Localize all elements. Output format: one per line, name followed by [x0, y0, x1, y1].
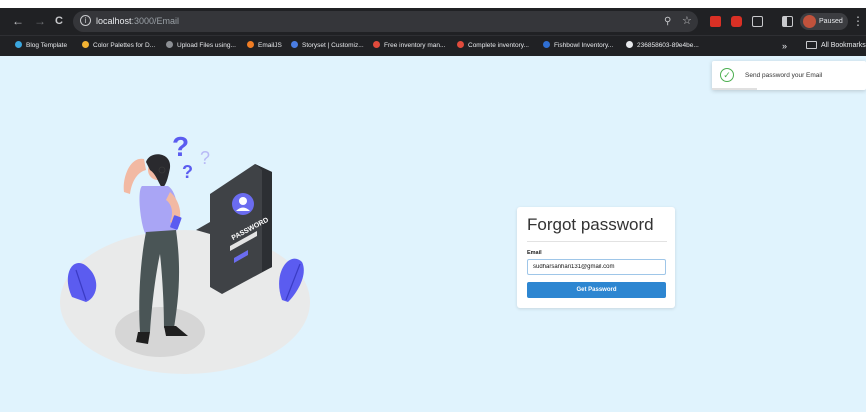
bookmark-236858603[interactable]: 236858603-89e4be... — [626, 36, 699, 56]
forgot-password-illustration: PASSWORD ? ? ? — [60, 131, 310, 374]
bookmark-label: Free inventory man... — [384, 42, 446, 49]
check-circle-icon: ✓ — [720, 68, 734, 82]
figure-shadow — [115, 307, 205, 357]
bookmark-favicon-icon — [15, 41, 22, 49]
chrome-menu-icon[interactable]: ⋮ — [852, 8, 864, 35]
avatar — [803, 15, 816, 28]
side-panel-icon[interactable] — [782, 16, 793, 27]
bookmark-storyset[interactable]: Storyset | Customiz... — [291, 36, 364, 56]
toast-message: Send password your Email — [745, 72, 823, 79]
forgot-password-card: Forgot password Email Get Password — [517, 207, 675, 308]
question-mark-small: ? — [182, 162, 193, 182]
extensions-puzzle-icon[interactable] — [752, 16, 763, 27]
bookmark-label: Upload Files using... — [177, 42, 236, 49]
bookmark-complete-inventory[interactable]: Complete inventory... — [457, 36, 529, 56]
bookmark-color-palettes[interactable]: Color Palettes for D... — [82, 36, 155, 56]
bookmark-free-inventory[interactable]: Free inventory man... — [373, 36, 445, 56]
bookmark-fishbowl[interactable]: Fishbowl Inventory... — [543, 36, 613, 56]
bookmark-label: EmailJS — [258, 42, 282, 49]
question-mark-faded: ? — [200, 148, 210, 168]
question-marks: ? ? ? — [172, 131, 210, 182]
forward-button[interactable]: → — [32, 8, 48, 35]
bookmark-label: Blog Template — [26, 42, 68, 49]
back-button[interactable]: ← — [10, 8, 26, 35]
extension-red-icon[interactable] — [710, 16, 721, 27]
browser-toolbar: ← → C i localhost:3000/Email ⚲ ☆ Paused … — [0, 8, 866, 35]
question-mark-large: ? — [172, 131, 189, 162]
toast-progress-bar — [712, 88, 757, 90]
bookmark-favicon-icon — [626, 41, 633, 49]
bookmark-label: Color Palettes for D... — [93, 42, 156, 49]
bookmark-favicon-icon — [543, 41, 550, 49]
bookmarks-overflow-button[interactable]: » — [782, 36, 787, 56]
bookmark-favicon-icon — [166, 41, 173, 49]
bookmark-emailjs[interactable]: EmailJS — [247, 36, 282, 56]
bookmark-favicon-icon — [457, 41, 464, 49]
reload-button[interactable]: C — [51, 8, 67, 35]
all-bookmarks-button[interactable]: All Bookmarks — [806, 36, 866, 56]
email-field[interactable] — [527, 259, 666, 275]
title-divider — [527, 241, 667, 242]
bookmark-label: 236858603-89e4be... — [637, 42, 699, 49]
all-bookmarks-label: All Bookmarks — [821, 42, 866, 49]
site-info-icon[interactable]: i — [80, 15, 91, 26]
bookmark-label: Complete inventory... — [468, 42, 529, 49]
folder-icon — [806, 40, 817, 49]
address-bar[interactable]: i localhost:3000/Email ⚲ ☆ — [73, 11, 698, 32]
profile-button[interactable]: Paused — [800, 13, 848, 30]
bookmark-blog-template[interactable]: Blog Template — [15, 36, 67, 56]
bookmark-favicon-icon — [373, 41, 380, 49]
zoom-icon[interactable]: ⚲ — [664, 11, 671, 32]
url-text: localhost:3000/Email — [96, 11, 179, 32]
bookmark-upload-files[interactable]: Upload Files using... — [166, 36, 236, 56]
extension-record-icon[interactable] — [731, 16, 742, 27]
bookmark-favicon-icon — [247, 41, 254, 49]
bookmark-star-icon[interactable]: ☆ — [682, 11, 692, 32]
url-host: localhost — [96, 16, 132, 26]
bookmark-label: Storyset | Customiz... — [302, 42, 364, 49]
get-password-button[interactable]: Get Password — [527, 282, 666, 298]
form-title: Forgot password — [527, 215, 654, 234]
bookmark-label: Fishbowl Inventory... — [554, 42, 614, 49]
bookmark-favicon-icon — [82, 41, 89, 49]
bookmark-favicon-icon — [291, 41, 298, 49]
profile-status: Paused — [819, 18, 843, 25]
bookmarks-bar: Blog Template Color Palettes for D... Up… — [0, 35, 866, 56]
email-label: Email — [527, 250, 542, 256]
success-toast: ✓ Send password your Email — [712, 61, 866, 90]
url-path: :3000/Email — [131, 16, 180, 26]
window-top-edge — [0, 0, 866, 8]
